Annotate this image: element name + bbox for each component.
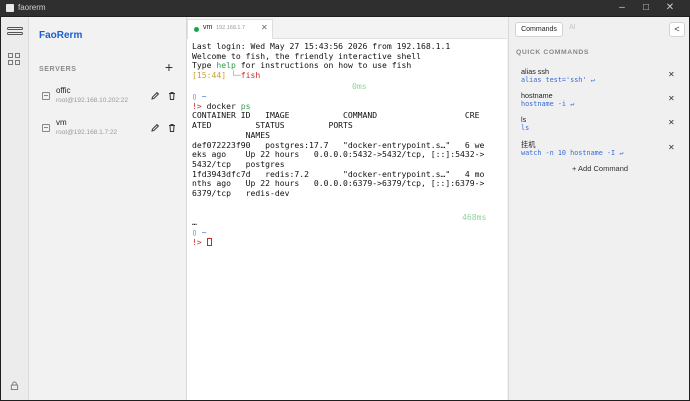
quick-command-text: alias test='ssh' ↵: [521, 76, 595, 84]
add-server-button[interactable]: +: [163, 60, 175, 74]
app-window: FaoRerm SERVERS + offic root@192.168.10.…: [0, 16, 690, 401]
tab-host: 192.168.1.7: [216, 25, 246, 31]
quick-command-name: alias ssh: [521, 67, 549, 76]
app-icon: [6, 4, 14, 12]
terminal-panel: vm 192.168.1.7 ✕ Last login: Wed May 27 …: [187, 17, 507, 400]
remove-command-icon[interactable]: ✕: [668, 143, 675, 152]
server-icon: [42, 92, 50, 100]
tab-commands[interactable]: Commands: [515, 22, 563, 37]
delete-server-icon[interactable]: [167, 123, 177, 133]
tab-ai[interactable]: AI: [569, 24, 576, 31]
terminal-output[interactable]: Last login: Wed May 27 15:43:56 2026 fro…: [187, 40, 507, 400]
connection-status-dot: [194, 27, 199, 32]
terminal-input-line[interactable]: !>: [192, 237, 212, 248]
server-name: offic: [56, 86, 71, 95]
window-title: faorerm: [18, 3, 46, 12]
server-list-icon[interactable]: [7, 27, 23, 41]
edit-server-icon[interactable]: [150, 123, 160, 133]
add-command-button[interactable]: + Add Command: [572, 164, 628, 173]
terminal-prompt-line: [15:44] └─fish: [192, 70, 261, 81]
icon-rail: [1, 17, 29, 400]
server-item-vm[interactable]: vm root@192.168.1.7:22: [37, 115, 183, 143]
tab-label: vm: [203, 24, 213, 31]
server-host: root@192.168.1.7:22: [56, 129, 118, 136]
brand-logo: FaoRerm: [39, 30, 83, 41]
quick-command-text: ls: [521, 124, 530, 132]
command-timing: 468ms: [462, 212, 487, 222]
server-item-offic[interactable]: offic root@192.168.10.202:22: [37, 83, 183, 111]
remove-command-icon[interactable]: ✕: [668, 70, 675, 79]
quick-command-name: ls: [521, 115, 527, 124]
quick-command-name: hostname: [521, 91, 553, 100]
close-tab-icon[interactable]: ✕: [261, 23, 268, 32]
delete-server-icon[interactable]: [167, 91, 177, 101]
minimize-button[interactable]: –: [610, 0, 634, 16]
terminal-cursor: [206, 238, 212, 246]
grid-icon[interactable]: [8, 53, 20, 65]
close-window-button[interactable]: ✕: [658, 0, 682, 16]
quick-commands-panel: Commands AI < QUICK COMMANDS alias ssh a…: [508, 17, 689, 400]
remove-command-icon[interactable]: ✕: [668, 118, 675, 127]
quick-commands-label: QUICK COMMANDS: [516, 49, 589, 56]
server-name: vm: [56, 118, 67, 127]
sidebar: FaoRerm SERVERS + offic root@192.168.10.…: [29, 17, 187, 400]
maximize-button[interactable]: □: [634, 0, 658, 16]
server-host: root@192.168.10.202:22: [56, 97, 129, 104]
servers-section-label: SERVERS: [39, 66, 77, 73]
lock-icon[interactable]: [10, 381, 19, 390]
server-icon: [42, 124, 50, 132]
quick-command-text: watch -n 10 hostname -I ↵: [521, 149, 624, 157]
remove-command-icon[interactable]: ✕: [668, 94, 675, 103]
tab-vm[interactable]: vm 192.168.1.7 ✕: [187, 19, 273, 39]
title-bar: faorerm – □ ✕: [0, 0, 690, 16]
terminal-line: 6379/tcp redis-dev: [192, 188, 290, 198]
quick-command-text: hostname -i ↵: [521, 100, 575, 108]
edit-server-icon[interactable]: [150, 91, 160, 101]
tab-bar: vm 192.168.1.7 ✕: [187, 17, 507, 39]
collapse-panel-button[interactable]: <: [669, 22, 685, 37]
command-timing: 0ms: [352, 81, 367, 91]
